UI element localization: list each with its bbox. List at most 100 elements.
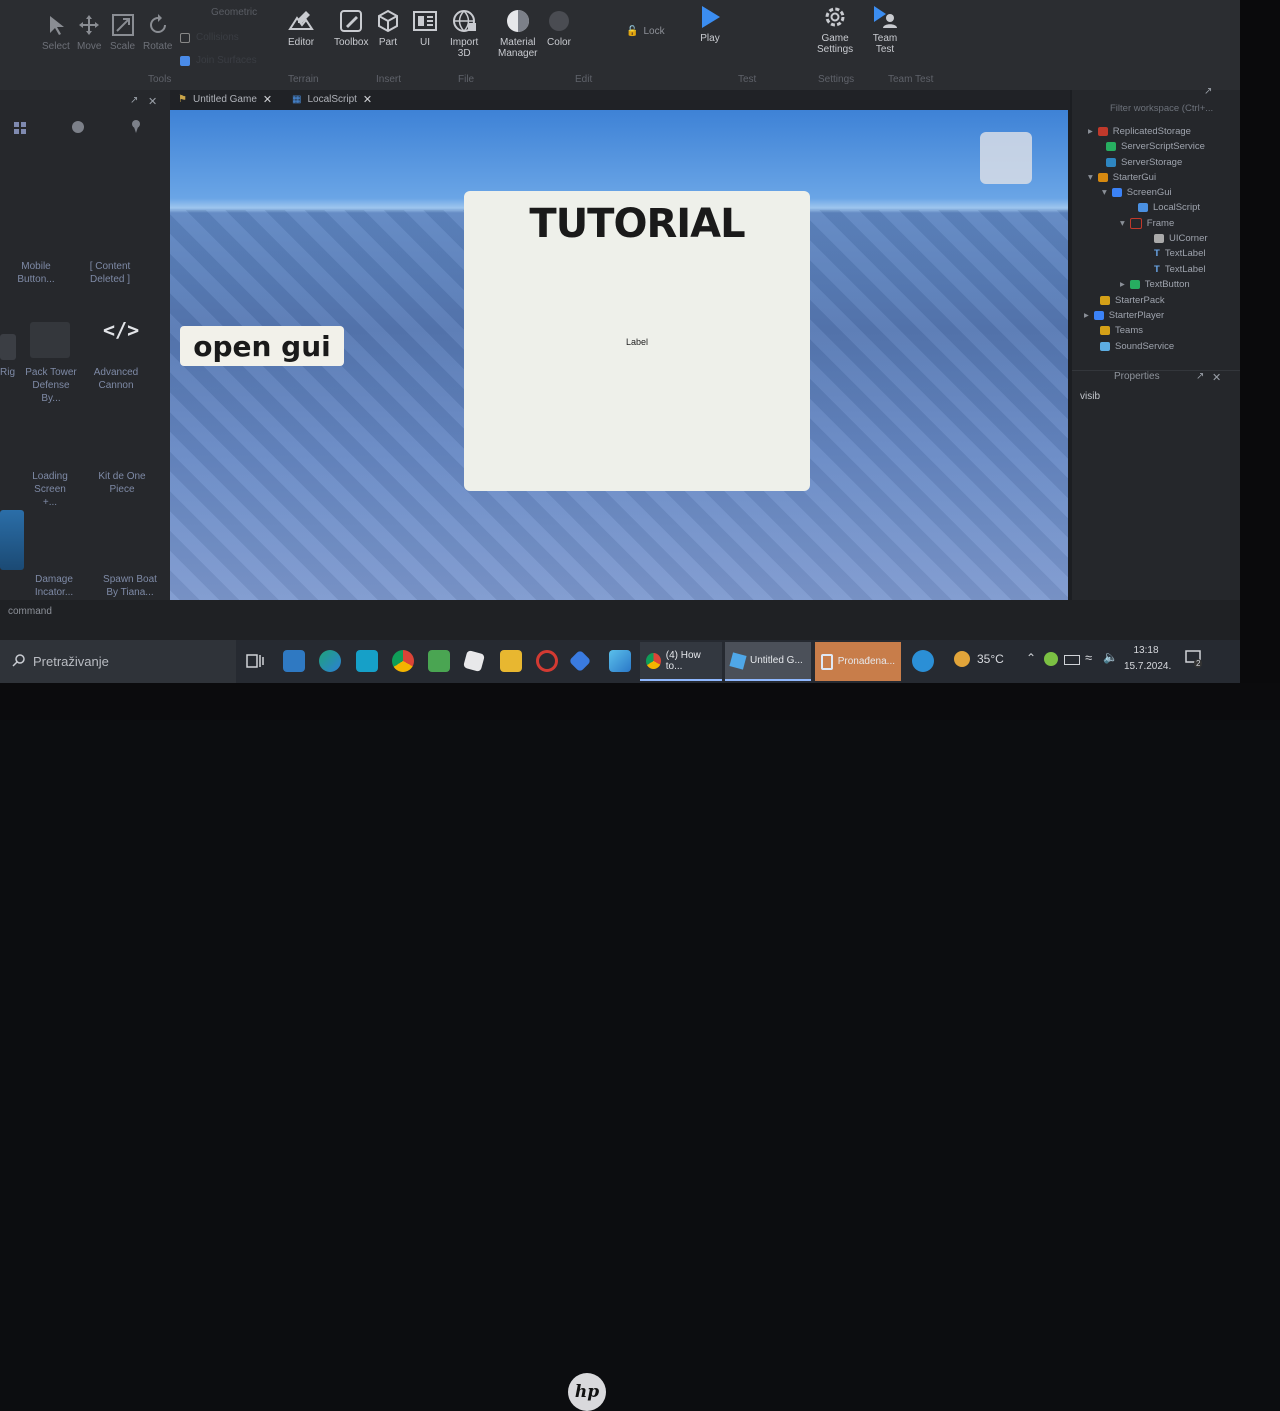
- tree-item[interactable]: ServerScriptService: [1106, 141, 1205, 152]
- import-3d-button[interactable]: Import 3D: [450, 8, 478, 59]
- tree-item[interactable]: T TextLabel: [1154, 248, 1205, 259]
- toolbox-item[interactable]: Rig: [0, 366, 16, 379]
- pin-icon[interactable]: [130, 119, 142, 138]
- photos-app-icon[interactable]: [283, 650, 305, 672]
- weather-widget[interactable]: 35°C: [954, 651, 1004, 667]
- taskbar-app-found[interactable]: Pronađena...: [815, 642, 901, 681]
- app-icon[interactable]: [568, 649, 592, 673]
- color-button[interactable]: Color: [547, 8, 571, 48]
- collisions-checkbox[interactable]: Collisions: [180, 32, 239, 43]
- battery-icon[interactable]: [1064, 654, 1080, 668]
- tree-item[interactable]: SoundService: [1100, 341, 1174, 352]
- close-icon[interactable]: ✕: [148, 95, 157, 108]
- close-icon[interactable]: ✕: [1212, 371, 1221, 384]
- tree-item[interactable]: LocalScript: [1138, 202, 1200, 213]
- clock[interactable]: 13:18 15.7.2024.: [1124, 643, 1171, 675]
- toolbox-item[interactable]: Pack Tower Defense By...: [22, 366, 80, 405]
- chrome-browser-icon[interactable]: [392, 650, 414, 672]
- ui-icon: [412, 8, 438, 34]
- screen: Select Move Scale Rotate Geometric Colli…: [0, 0, 1240, 683]
- close-icon[interactable]: ✕: [363, 93, 372, 106]
- tree-item[interactable]: ▸ StarterPlayer: [1084, 310, 1164, 321]
- tree-item[interactable]: Teams: [1100, 325, 1143, 336]
- close-icon[interactable]: ✕: [263, 93, 272, 106]
- group-test: Test: [738, 74, 757, 85]
- join-surfaces-checkbox[interactable]: Join Surfaces: [180, 55, 257, 66]
- ui-button[interactable]: UI: [412, 8, 438, 48]
- chevron-up-icon[interactable]: ⌃: [1026, 651, 1036, 665]
- game-settings-button[interactable]: Game Settings: [817, 4, 853, 55]
- app-tray-icon[interactable]: [1044, 652, 1058, 669]
- popout-icon[interactable]: ↗: [1204, 86, 1212, 97]
- volume-icon[interactable]: 🔈: [1103, 650, 1118, 664]
- group-team-test: Team Test: [888, 74, 934, 85]
- explorer-filter-input[interactable]: Filter workspace (Ctrl+...: [1110, 103, 1213, 114]
- code-icon: </>: [103, 318, 140, 342]
- toolbox-item[interactable]: Advanced Cannon: [90, 366, 142, 392]
- roblox-icon[interactable]: [462, 649, 486, 673]
- tree-label: StarterPlayer: [1108, 310, 1165, 321]
- material-manager-button[interactable]: Material Manager: [498, 8, 537, 59]
- tree-item[interactable]: ServerStorage: [1106, 157, 1182, 168]
- 3d-viewport[interactable]: TUTORIAL Label open gui: [170, 110, 1068, 600]
- hp-logo: hp: [568, 1373, 606, 1411]
- store-app-icon[interactable]: [356, 650, 378, 672]
- terrain-editor-button[interactable]: Editor: [288, 8, 314, 48]
- tree-item[interactable]: StarterPack: [1100, 295, 1165, 306]
- play-button[interactable]: Play: [697, 4, 723, 44]
- grid-icon[interactable]: [14, 121, 26, 134]
- tree-item[interactable]: T TextLabel: [1154, 264, 1205, 275]
- collapse-arrow-icon: ▾: [1088, 172, 1093, 183]
- tree-label: ServerStorage: [1121, 157, 1183, 168]
- taskbar-app-chrome-video[interactable]: (4) How to...: [640, 642, 722, 681]
- task-view-icon[interactable]: [244, 650, 266, 672]
- move-tool[interactable]: Move: [77, 12, 101, 52]
- team-test-button[interactable]: Team Test: [872, 4, 898, 55]
- taskbar-search[interactable]: Pretraživanje: [0, 640, 236, 683]
- tree-item[interactable]: UICorner: [1154, 233, 1208, 244]
- toolbox-button[interactable]: Toolbox: [334, 8, 368, 48]
- tree-item[interactable]: ▸ TextButton: [1120, 279, 1190, 290]
- select-tool[interactable]: Select: [42, 12, 70, 52]
- lock-icon: 🔓: [626, 26, 639, 37]
- properties-search-input[interactable]: visib: [1080, 391, 1100, 402]
- app-icon[interactable]: [609, 650, 631, 672]
- help-icon[interactable]: [912, 650, 934, 672]
- microsoft-store-icon[interactable]: [428, 650, 450, 672]
- tree-item[interactable]: ▾ Frame: [1120, 218, 1174, 229]
- open-gui-button[interactable]: open gui: [180, 326, 344, 366]
- taskbar-app-roblox-studio[interactable]: Untitled G...: [725, 642, 811, 681]
- tab-untitled-game[interactable]: ⚑ Untitled Game ✕: [178, 93, 272, 106]
- popout-icon[interactable]: ↗: [130, 95, 138, 106]
- replicated-storage-icon: [1097, 127, 1108, 136]
- toolbox-item[interactable]: Spawn Boat By Tiana...: [98, 573, 162, 599]
- toolbox-item[interactable]: Mobile Button...: [14, 260, 58, 286]
- scale-tool[interactable]: Scale: [110, 12, 135, 52]
- toolbox-item[interactable]: Loading Screen +...: [26, 470, 74, 509]
- tab-localscript[interactable]: ▦ LocalScript ✕: [292, 93, 372, 106]
- rig-thumbnail: [0, 334, 16, 360]
- checkbox-box-checked: [180, 55, 190, 66]
- tree-item[interactable]: ▾ ScreenGui: [1102, 187, 1172, 198]
- lock-button[interactable]: 🔓 Lock: [626, 26, 665, 37]
- toolbox-item[interactable]: Kit de One Piece: [92, 470, 152, 496]
- notifications-icon[interactable]: 2: [1184, 649, 1203, 670]
- opera-browser-icon[interactable]: [536, 650, 558, 672]
- popout-icon[interactable]: ↗: [1196, 371, 1204, 382]
- file-explorer-icon[interactable]: [500, 650, 522, 672]
- tree-item[interactable]: ▾ StarterGui: [1088, 172, 1156, 183]
- toolbox-item[interactable]: [ Content Deleted ]: [82, 260, 138, 286]
- rotate-tool[interactable]: Rotate: [143, 12, 172, 52]
- tree-label: TextButton: [1144, 279, 1190, 290]
- wifi-icon[interactable]: ≈: [1085, 650, 1092, 665]
- clock-icon[interactable]: [71, 120, 85, 139]
- tree-item[interactable]: ▸ ReplicatedStorage: [1088, 126, 1191, 137]
- command-bar[interactable]: command: [0, 600, 1240, 640]
- tower-thumbnail: [30, 322, 70, 358]
- toolbox-item[interactable]: Damage Incator...: [28, 573, 80, 599]
- part-button[interactable]: Part: [376, 8, 400, 48]
- edge-browser-icon[interactable]: [319, 650, 341, 672]
- move-icon: [77, 12, 101, 38]
- game-label: Game: [821, 33, 849, 44]
- view-cube[interactable]: [980, 132, 1032, 184]
